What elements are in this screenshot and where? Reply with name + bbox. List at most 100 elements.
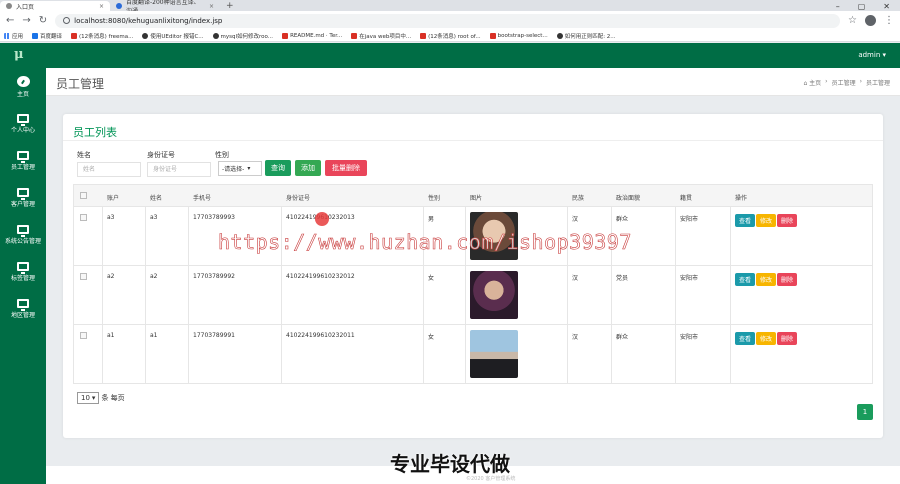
- gender-select[interactable]: -请选择- ▾: [218, 161, 262, 176]
- breadcrumb-item[interactable]: 员工管理: [832, 78, 856, 87]
- name-label: 姓名: [77, 151, 91, 159]
- employee-list-card: 员工列表 姓名 身份证号 性别 -请选择- ▾ 查询 添加 批量删除 账户 姓名…: [63, 114, 883, 438]
- tab-close-icon[interactable]: ×: [209, 3, 214, 10]
- bookmark-item[interactable]: mysql如何修改roo...: [212, 32, 273, 40]
- bookmark-favicon-icon: [282, 32, 289, 39]
- header-gender: 性别: [428, 195, 441, 202]
- sidebar-item-announcements[interactable]: 系统公告管理: [0, 216, 46, 253]
- bookmark-item[interactable]: 百度翻译: [32, 32, 62, 40]
- brand-logo: μ: [14, 47, 24, 62]
- edit-button[interactable]: 修改: [756, 214, 777, 227]
- bookmark-favicon-icon: [489, 32, 496, 39]
- delete-button[interactable]: 删除: [777, 332, 798, 345]
- row-actions: 查看 修改 删除: [735, 214, 798, 227]
- reload-icon[interactable]: ↻: [39, 15, 47, 26]
- page-button-current[interactable]: 1: [857, 404, 873, 420]
- header-name: 姓名: [150, 195, 163, 202]
- maximize-button[interactable]: ▢: [858, 2, 866, 11]
- delete-button[interactable]: 删除: [777, 214, 798, 227]
- profile-avatar-icon[interactable]: [865, 15, 876, 26]
- row-checkbox[interactable]: [80, 214, 87, 221]
- search-button[interactable]: 查询: [265, 160, 291, 176]
- url-field[interactable]: localhost:8080/kehuguanlixitong/index.js…: [55, 13, 841, 28]
- employee-photo: [470, 271, 518, 319]
- top-navbar: μ admin ▾: [0, 43, 900, 68]
- view-button[interactable]: 查看: [735, 214, 756, 227]
- row-actions: 查看 修改 删除: [735, 332, 798, 345]
- cell-idcard: 410224199610232011: [286, 332, 355, 339]
- sidebar-item-tags[interactable]: 标签管理: [0, 253, 46, 290]
- cell-account: a1: [107, 332, 115, 339]
- row-checkbox[interactable]: [80, 273, 87, 280]
- bulk-delete-button[interactable]: 批量删除: [325, 160, 367, 176]
- idcard-input[interactable]: [147, 162, 211, 177]
- bookmark-item[interactable]: 如何用正则匹配: 2...: [556, 32, 616, 40]
- delete-button[interactable]: 删除: [777, 273, 798, 286]
- bookmark-favicon-icon: [212, 32, 219, 39]
- sidebar-item-regions[interactable]: 地区管理: [0, 290, 46, 327]
- add-button[interactable]: 添加: [295, 160, 321, 176]
- browser-tab-active[interactable]: 入口页 ×: [0, 1, 110, 11]
- cell-nation: 汉: [572, 334, 579, 341]
- breadcrumb-separator: ›: [859, 78, 862, 85]
- monitor-icon: [17, 150, 29, 163]
- monitor-icon: [17, 187, 29, 200]
- bookmark-star-icon[interactable]: ☆: [848, 15, 857, 26]
- bookmark-item[interactable]: bootstrap-select...: [489, 32, 548, 39]
- tab-favicon-icon: [6, 3, 12, 9]
- page-size-suffix: 条 每页: [101, 394, 125, 402]
- gender-select-value: -请选择-: [222, 166, 245, 173]
- admin-dropdown[interactable]: admin ▾: [858, 51, 886, 59]
- cell-name: a2: [150, 273, 158, 280]
- employee-table: 账户 姓名 手机号 身份证号 性别 图片 民族 政治面貌 籍贯 操作 a3 a3…: [73, 184, 873, 384]
- tab-favicon-icon: [116, 3, 122, 9]
- sidebar-item-profile[interactable]: 个人中心: [0, 105, 46, 142]
- edit-button[interactable]: 修改: [756, 332, 777, 345]
- cell-account: a3: [107, 214, 115, 221]
- page-size-value: 10: [81, 394, 90, 402]
- monitor-icon: [17, 298, 29, 311]
- table-row: a2 a2 17703789992 410224199610232012 女 汉…: [74, 266, 872, 325]
- cell-phone: 17703789991: [193, 332, 235, 339]
- bookmark-favicon-icon: [351, 32, 358, 39]
- header-politics: 政治面貌: [616, 195, 641, 202]
- bookmark-favicon-icon: [556, 32, 563, 39]
- edit-button[interactable]: 修改: [756, 273, 777, 286]
- forward-arrow-icon[interactable]: →: [22, 15, 30, 26]
- card-divider: [63, 140, 883, 141]
- bookmark-favicon-icon: [32, 32, 39, 39]
- bookmark-item[interactable]: 使用UEditor 报错C...: [142, 32, 204, 40]
- cell-gender: 男: [428, 216, 435, 223]
- sidebar-item-home[interactable]: 主页: [0, 68, 46, 105]
- breadcrumb-home[interactable]: ⌂ 主页: [803, 78, 821, 87]
- sidebar-item-employees[interactable]: 员工管理: [0, 142, 46, 179]
- back-arrow-icon[interactable]: ←: [6, 15, 14, 26]
- bookmark-item[interactable]: (12条消息) freema...: [71, 32, 133, 40]
- cell-name: a3: [150, 214, 158, 221]
- bookmark-item[interactable]: README.md · Ter...: [282, 32, 342, 39]
- monitor-icon: [17, 113, 29, 126]
- browser-menu-icon[interactable]: ⋮: [884, 15, 894, 26]
- close-window-button[interactable]: ✕: [883, 2, 890, 11]
- cell-name: a1: [150, 332, 158, 339]
- bookmark-item[interactable]: 在java web项目中...: [351, 32, 411, 40]
- page-size-select[interactable]: 10 ▾: [77, 392, 100, 404]
- name-input[interactable]: [77, 162, 141, 177]
- bookmark-apps[interactable]: 应用: [4, 32, 23, 40]
- view-button[interactable]: 查看: [735, 273, 756, 286]
- header-nation: 民族: [572, 195, 585, 202]
- breadcrumb-separator: ›: [825, 78, 828, 85]
- info-icon: [63, 17, 71, 24]
- minimize-button[interactable]: –: [836, 2, 840, 11]
- tab-close-icon[interactable]: ×: [99, 3, 104, 10]
- view-button[interactable]: 查看: [735, 332, 756, 345]
- chevron-down-icon: ▾: [91, 394, 96, 402]
- row-checkbox[interactable]: [80, 332, 87, 339]
- gender-label: 性别: [215, 151, 229, 159]
- new-tab-button[interactable]: +: [220, 1, 240, 11]
- sidebar-item-customers[interactable]: 客户管理: [0, 179, 46, 216]
- select-all-checkbox[interactable]: [80, 192, 87, 199]
- dashboard-icon: [16, 75, 30, 87]
- browser-tab[interactable]: 百度翻译-200种语言互译、沟通 ×: [110, 0, 220, 15]
- bookmark-item[interactable]: (12条消息) root of...: [420, 32, 481, 40]
